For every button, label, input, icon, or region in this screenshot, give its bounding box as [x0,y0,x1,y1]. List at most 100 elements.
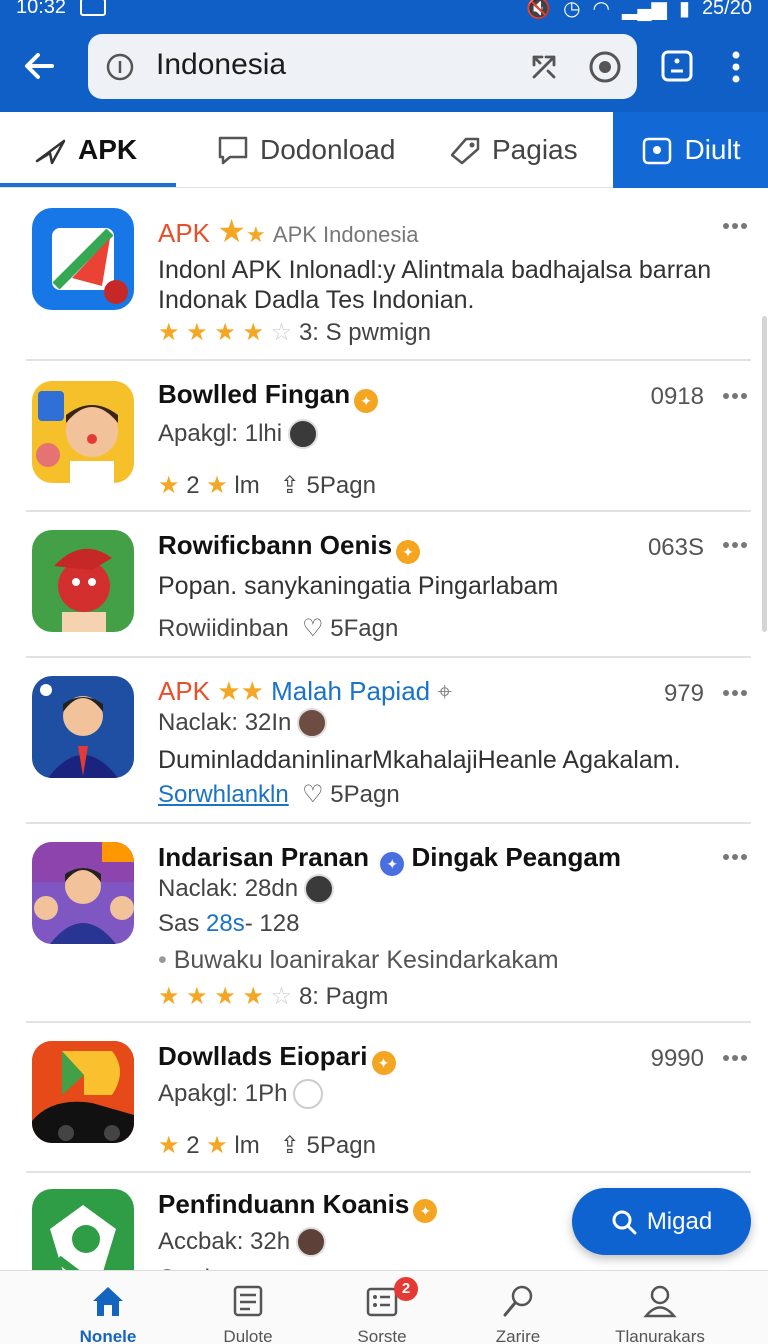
star-icon: ★ [206,472,228,499]
item-count: 979 [663,680,704,707]
title-text-2: Dingak Peangam [411,842,621,872]
overflow-menu-icon[interactable] [722,540,748,550]
item-count: 9990 [650,1045,704,1072]
document-icon [233,1285,263,1317]
bullet-text: Buwaku loanirakar Kesindarkakam [173,946,559,974]
apk-tag: APK [158,218,211,248]
item-count: 063S [647,534,704,561]
tab-pages[interactable]: Pagias [448,112,578,188]
verified-badge-icon: ✦ [354,389,379,413]
browser-toolbar: Indonesia [0,22,768,112]
avatar [304,874,335,904]
status-right-text: 25/20 [701,0,752,19]
tab-diult[interactable]: Diult [613,112,768,188]
star-icon: ★ [245,222,266,247]
star-icon: ★ [158,472,180,499]
tabs-icon[interactable] [660,49,694,83]
title-text: Indarisan Pranan [158,842,369,872]
record-icon[interactable] [588,50,622,84]
nav-item-sorste[interactable]: 2 Sorste [322,1271,442,1344]
nav-label: Nonele [79,1327,137,1344]
item-meta: Apakgl: 1Ph [158,1079,324,1109]
star-icon: ★ [217,213,246,249]
info-icon[interactable] [106,53,134,81]
item-link[interactable]: Sorwhlankln [158,781,289,808]
key-search-icon [503,1285,533,1317]
back-arrow-icon[interactable] [18,44,62,88]
nav-item-home[interactable]: Nonele [48,1271,168,1344]
overflow-menu-icon[interactable] [722,391,748,401]
battery-icon: ▮ [678,0,690,20]
avatar [297,708,328,738]
rating-text: 3: S pwmign [298,319,431,346]
apk-tag: APK [158,676,211,706]
item-rating: ★ ★ ★ ★ ☆ 8: Pagm [158,982,388,1011]
heart-icon[interactable]: ♡ [302,781,324,808]
meta-text: - 128 [244,910,300,937]
divider [26,359,751,361]
item-meta: Apakgl: 1lhi [158,419,319,449]
meta-text: Naclak: 28dn [158,875,299,902]
item-title: APK ★★ APK Indonesia [158,212,418,250]
title-text: Malah Papiad [271,676,431,706]
overflow-menu-icon[interactable] [722,688,748,698]
nav-item-profile[interactable]: Tlanurakars [600,1271,720,1344]
nav-label: Tlanurakars [615,1327,705,1344]
meta-text: Sas [158,910,200,937]
heart-icon[interactable]: ♡ [302,615,324,642]
url-text[interactable]: Indonesia [156,48,286,82]
location-icon: ⌖ [437,676,452,706]
share-icon[interactable] [528,51,560,83]
verified-badge-icon: ✦ [396,540,421,564]
active-tab-indicator [0,183,176,187]
url-bar[interactable]: Indonesia [88,34,637,99]
star-empty-icon: ☆ [270,319,293,346]
title-text: Penfinduann Koanis [158,1189,410,1219]
item-rating: ★ ★ ★ ★ ☆ 3: S pwmign [158,318,431,347]
tab-download[interactable]: Dodonload [216,112,395,188]
overflow-menu-icon[interactable] [722,1053,748,1063]
stat-unit: lm [234,472,260,499]
divider [26,510,751,512]
avatar [288,419,319,449]
fab-label: Migad [646,1207,713,1235]
title-text: Dowllads Eiopari [158,1041,368,1071]
star-icon: ★ [206,1132,228,1159]
item-meta-2: Sas 28s- 128 [158,910,299,938]
more-menu-icon[interactable] [724,47,748,87]
star-icon: ★ [158,1132,180,1159]
group-portrait-icon [32,842,134,944]
item-bullet: • Buwaku loanirakar Kesindarkakam [158,946,559,975]
item-description-2: Indonak Dadla Tes Indonian. [158,286,475,314]
app-root: 10:32 🔇 ◷ ◠ ▂▄▆ ▮ 25/20 Indonesia APK Do… [0,0,768,1344]
tab-apk[interactable]: APK [34,112,137,188]
meta-text: Naclak: 32In [158,709,292,736]
meta-highlight: 28s [206,910,245,937]
nav-item-zarire[interactable]: Zarire [458,1271,578,1344]
overflow-menu-icon[interactable] [722,852,748,862]
divider [26,822,751,824]
nav-label: Dulote [223,1327,273,1344]
home-icon [93,1287,123,1316]
meta-text: Apakgl: 1Ph [158,1080,288,1107]
category-tabs: APK Dodonload Pagias Diult [0,112,768,188]
wifi-icon: ◠ [592,0,610,20]
nav-item-dulote[interactable]: Dulote [188,1271,308,1344]
item-description: Popan. sanykaningatia Pingarlabam [158,572,559,600]
nav-label: Sorste [357,1327,407,1344]
bottom-navigation: Nonele Dulote 2 Sorste Zarire Tlanurakar… [0,1270,768,1344]
scrollbar[interactable] [762,316,767,632]
tab-label: Pagias [492,134,578,165]
bullet-icon: • [158,946,167,974]
avatar [293,1079,324,1109]
verified-badge-icon: ✦ [380,852,405,876]
rating-text: 8: Pagm [298,983,389,1010]
divider [26,1171,751,1173]
app-icon-bird [32,530,134,632]
overflow-menu-icon[interactable] [722,221,748,231]
item-meta: Naclak: 28dn [158,874,335,904]
search-fab-button[interactable]: Migad [572,1188,751,1255]
share-icon: ⇪ [279,1132,300,1159]
status-time: 10:32 [16,0,67,18]
title-text: Rowificbann Oenis [158,530,393,560]
